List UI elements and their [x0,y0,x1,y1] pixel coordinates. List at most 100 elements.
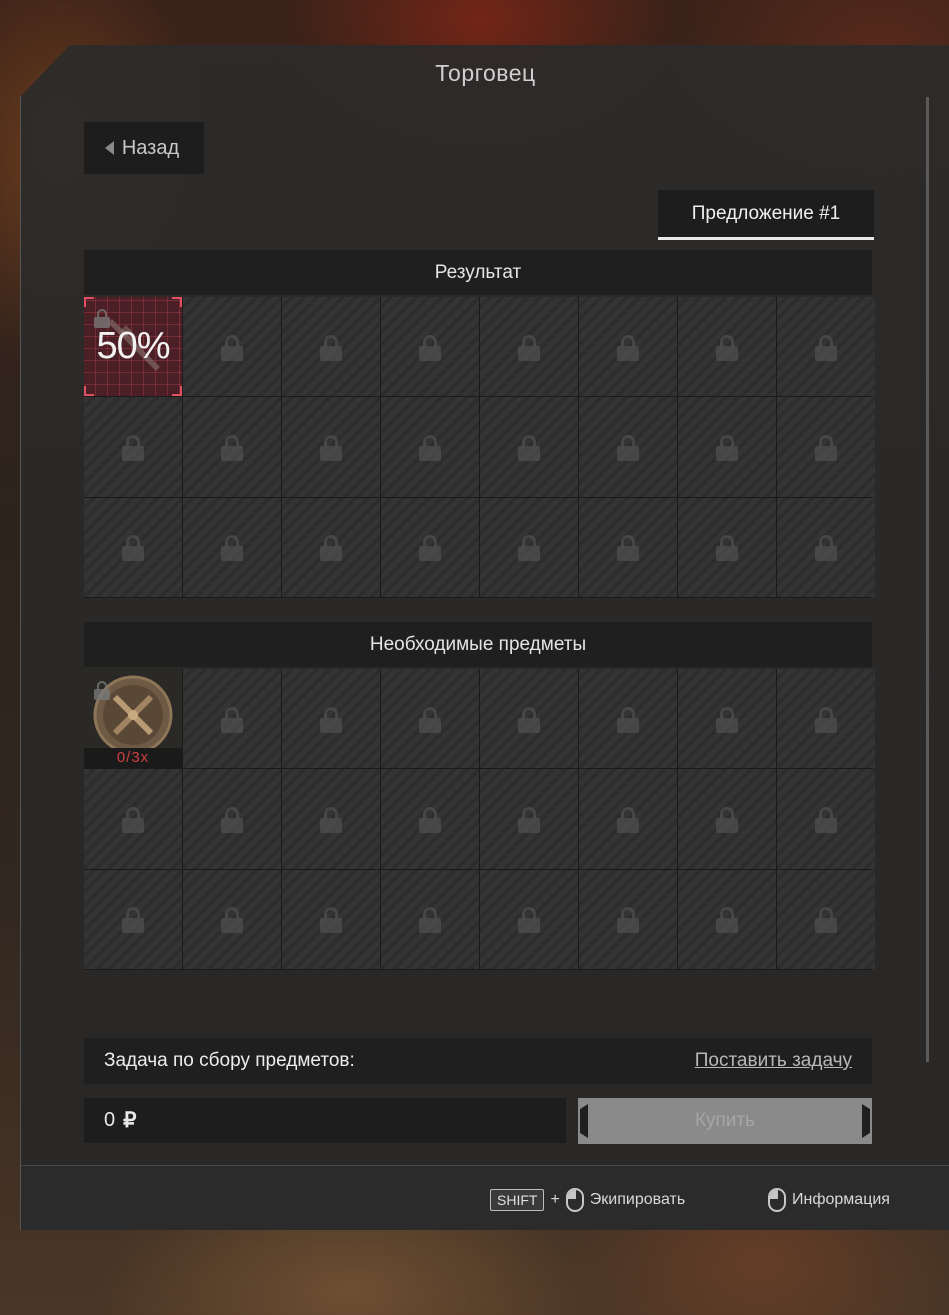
required-slot[interactable] [381,669,479,769]
required-slot[interactable] [678,869,776,969]
required-slot[interactable] [282,669,380,769]
chance-percent: 50% [96,325,170,368]
result-item-slot[interactable]: 50% [84,297,182,397]
lock-icon [221,535,243,562]
lock-icon [320,334,342,361]
required-slot[interactable] [282,769,380,869]
required-slot[interactable] [777,769,875,869]
result-slot[interactable] [777,297,875,397]
required-slot[interactable] [183,869,281,969]
lock-icon [320,706,342,733]
result-slot[interactable] [678,297,776,397]
button-cap-left [580,1104,588,1138]
lock-icon [815,334,837,361]
lock-icon [320,806,342,833]
result-slot[interactable] [480,397,578,497]
lock-icon [320,434,342,461]
lock-icon [617,907,639,934]
result-slot[interactable] [84,397,182,497]
result-slot[interactable] [282,397,380,497]
required-slot[interactable] [480,669,578,769]
tab-offer-1[interactable]: Предложение #1 [658,190,874,240]
lock-icon [716,907,738,934]
lock-icon [716,706,738,733]
selection-corner [84,297,94,307]
result-slot[interactable] [678,397,776,497]
result-slot[interactable] [84,497,182,597]
required-items-header: Необходимые предметы [84,622,872,667]
result-slot[interactable] [381,497,479,597]
set-task-link[interactable]: Поставить задачу [695,1050,852,1072]
lock-icon [518,806,540,833]
required-slot[interactable] [282,869,380,969]
selection-corner [172,297,182,307]
result-slot[interactable] [579,397,677,497]
result-slot[interactable] [777,397,875,497]
info-hint: Информация [768,1188,890,1212]
lock-icon [617,434,639,461]
lock-icon [815,907,837,934]
required-slot[interactable] [183,769,281,869]
lock-icon [518,907,540,934]
required-items-grid: 0/3x [84,669,875,970]
lock-icon [122,535,144,562]
required-slot[interactable] [579,869,677,969]
lock-icon [122,434,144,461]
lock-icon [419,434,441,461]
result-slot[interactable] [381,297,479,397]
lock-icon [815,434,837,461]
result-grid: 50% [84,297,875,598]
info-label: Информация [792,1191,890,1208]
mouse-left-click-icon [565,1188,584,1212]
required-slot[interactable] [777,869,875,969]
result-slot[interactable] [282,497,380,597]
lock-icon [221,706,243,733]
required-slot[interactable] [84,769,182,869]
required-slot[interactable] [480,869,578,969]
result-slot[interactable] [183,397,281,497]
lock-icon [320,907,342,934]
lock-icon [815,535,837,562]
required-slot[interactable] [579,769,677,869]
result-slot[interactable] [282,297,380,397]
collection-task-bar: Задача по сбору предметов: Поставить зад… [84,1038,872,1084]
equip-hint: SHIFT + Экипировать [490,1188,685,1212]
lock-icon [419,334,441,361]
result-slot[interactable] [480,497,578,597]
back-button[interactable]: Назад [84,122,204,174]
required-slot[interactable] [480,769,578,869]
result-slot[interactable] [777,497,875,597]
lock-icon [221,907,243,934]
result-slot[interactable] [480,297,578,397]
result-slot[interactable] [579,497,677,597]
result-slot[interactable] [183,497,281,597]
buy-button[interactable]: Купить [578,1098,872,1144]
shift-key: SHIFT [490,1189,545,1211]
result-slot[interactable] [183,297,281,397]
scrollbar[interactable] [926,97,929,1062]
required-slot[interactable] [678,769,776,869]
lock-icon [419,806,441,833]
required-quantity: 0/3x [84,748,182,769]
required-slot[interactable] [381,769,479,869]
required-slot[interactable] [84,869,182,969]
back-arrow-icon [104,141,114,155]
result-slot[interactable] [678,497,776,597]
button-cap-right [862,1104,870,1138]
required-slot[interactable] [381,869,479,969]
required-slot[interactable] [579,669,677,769]
lock-icon [716,434,738,461]
required-slot[interactable] [678,669,776,769]
result-slot[interactable] [579,297,677,397]
price-value: 0 [104,1109,116,1131]
lock-icon [518,706,540,733]
required-item-slot[interactable]: 0/3x [84,669,182,769]
lock-icon [221,434,243,461]
lock-icon [419,706,441,733]
required-slot[interactable] [777,669,875,769]
required-slot[interactable] [183,669,281,769]
lock-icon [518,434,540,461]
lock-icon [518,535,540,562]
trader-window: Торговец Назад Предложение #1 Результат … [20,45,949,1230]
result-slot[interactable] [381,397,479,497]
